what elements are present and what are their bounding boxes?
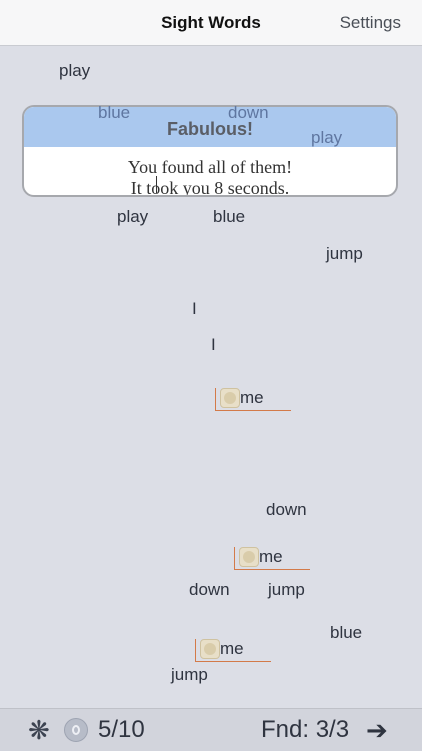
sound-icon[interactable] [64,718,88,742]
word-tile[interactable]: jump [326,244,363,264]
word-tile[interactable]: play [59,61,90,81]
word-tile[interactable]: I [192,299,197,319]
word-tile[interactable]: jump [171,665,208,685]
found-word-marker[interactable]: me [195,639,271,662]
dialog-message-line: It took you 8 seconds. [130,178,290,197]
background-word: play [311,128,343,147]
found-word-marker[interactable]: me [215,388,291,411]
navigation-bar: Sight Words Settings [0,0,422,46]
settings-button[interactable]: Settings [340,13,401,33]
completion-dialog: Fabulous! You found all of them! It took… [22,105,398,197]
dialog-message-line: You found all of them! [127,157,293,177]
found-word-label: me [259,547,283,566]
word-tile[interactable]: blue [330,623,362,643]
bottom-toolbar: ❋ 5/10 Fnd: 3/3 ➔ [0,708,422,751]
word-tile[interactable]: I [211,335,216,355]
found-badge-icon [239,547,259,567]
word-tile[interactable]: down [189,580,230,600]
word-tile[interactable]: play [117,207,148,227]
word-tile[interactable]: blue [213,207,245,227]
word-tile[interactable]: jump [268,580,305,600]
word-tile[interactable]: down [266,500,307,520]
text-cursor [156,176,157,193]
next-arrow-icon[interactable]: ➔ [366,717,388,743]
found-word-label: me [240,388,264,407]
background-word: down [228,103,269,122]
found-word-marker[interactable]: me [234,547,310,570]
found-word-label: me [220,639,244,658]
found-badge-icon [220,388,240,408]
background-word: blue [98,103,131,122]
found-counter: Fnd: 3/3 [261,716,350,743]
found-badge-icon [200,639,220,659]
progress-counter: 5/10 [98,716,145,743]
flower-icon[interactable]: ❋ [28,717,50,743]
